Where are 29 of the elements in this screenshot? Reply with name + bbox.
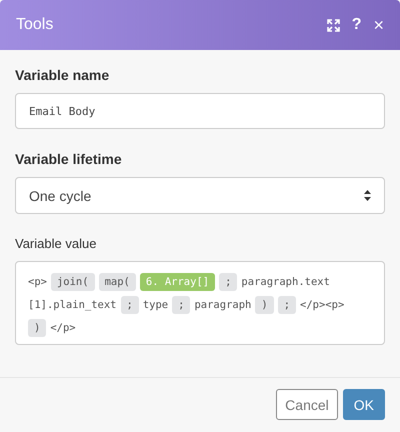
function-token[interactable]: ; (120, 296, 139, 314)
expand-icon (326, 18, 340, 32)
expand-button[interactable] (326, 18, 340, 32)
sort-arrows-icon (363, 189, 372, 202)
function-token[interactable]: join( (50, 272, 95, 290)
code-text: [1].plain_text (28, 298, 117, 310)
code-text: type (142, 298, 168, 310)
field-label: Variable name (15, 67, 110, 83)
function-token[interactable]: ) (28, 318, 46, 336)
close-button[interactable]: × (373, 16, 384, 34)
code-text: paragraph.text (241, 276, 330, 288)
ok-button[interactable]: OK (342, 389, 385, 420)
code-field[interactable]: <p> join( map( 6. Array[] ; paragraph.text [1].plain_text ; type ; paragraph ) ; </p><p> ) </p> (15, 261, 385, 345)
function-token[interactable]: ; (172, 296, 190, 314)
function-token[interactable]: map( (98, 272, 136, 290)
field-label: Variable lifetime (15, 151, 123, 167)
input-field[interactable]: Email Body (15, 93, 385, 129)
window-title: Tools (16, 16, 54, 34)
code-text: <p> (28, 276, 47, 288)
code-text: </p> (50, 322, 76, 334)
field-label: Variable value (15, 236, 98, 251)
code-text: </p><p> (300, 298, 344, 310)
select-field[interactable]: One cycle (15, 177, 385, 214)
function-token[interactable]: ; (278, 296, 296, 314)
function-token[interactable]: ) (255, 296, 274, 314)
function-token[interactable]: ; (219, 272, 238, 290)
help-button[interactable]: ? (352, 17, 362, 33)
cancel-button[interactable]: Cancel (276, 389, 338, 420)
code-text: paragraph (194, 298, 252, 310)
